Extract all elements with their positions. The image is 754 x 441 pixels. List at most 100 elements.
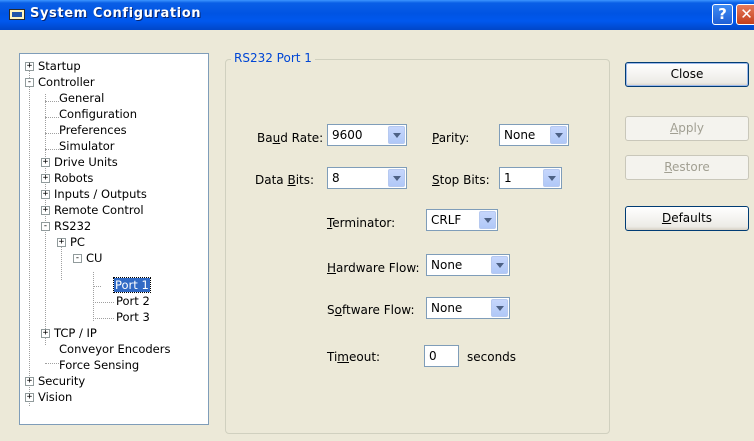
timeout-unit-label: seconds (467, 350, 517, 364)
tree-item-label: Startup (38, 59, 81, 73)
software-flow-label: Software Flow: (327, 303, 415, 317)
stop-bits-value: 1 (504, 171, 512, 185)
expand-icon[interactable]: + (41, 329, 50, 338)
tree-item-port-1[interactable]: Port 1 (113, 277, 151, 294)
timeout-input[interactable]: 0 (424, 345, 459, 367)
terminator-label: Terminator: (327, 216, 396, 230)
restore-button[interactable]: Restore (625, 155, 749, 180)
tree-item-label: Preferences (59, 123, 127, 137)
tree-item-preferences[interactable]: Preferences (58, 123, 128, 139)
tree-item-label: Conveyor Encoders (59, 342, 171, 356)
question-mark-icon: ? (718, 5, 727, 23)
tree-item-conveyor-encoders[interactable]: Conveyor Encoders (58, 342, 171, 358)
chevron-down-icon[interactable] (388, 169, 405, 187)
tree-item-label: Remote Control (54, 203, 144, 217)
baud-rate-label: Baud Rate: (257, 131, 324, 145)
tree-item-label: Security (38, 374, 86, 388)
expand-icon[interactable]: + (41, 206, 50, 215)
tree-item-label: Configuration (59, 107, 137, 121)
tree-item-general[interactable]: General (58, 91, 105, 107)
hardware-flow-value: None (431, 258, 463, 272)
title-bar[interactable]: System Configuration ? ✕ (0, 0, 754, 30)
expand-icon[interactable]: + (57, 238, 66, 247)
expand-icon[interactable]: + (25, 62, 34, 71)
software-flow-select[interactable]: None (426, 297, 510, 319)
data-bits-select[interactable]: 8 (327, 167, 407, 189)
stop-bits-label: Stop Bits: (432, 173, 490, 187)
tree-item-label: General (59, 91, 105, 105)
collapse-icon[interactable]: - (73, 254, 82, 263)
tree-item-port-2[interactable]: Port 2 (115, 294, 151, 310)
tree-item-simulator[interactable]: Simulator (58, 139, 116, 155)
tree-item-label: Robots (54, 171, 94, 185)
tree-item-label: PC (70, 235, 85, 249)
tree-item-drive-units[interactable]: + Drive Units (41, 155, 119, 171)
chevron-down-icon[interactable] (491, 256, 508, 274)
expand-icon[interactable]: + (25, 377, 34, 386)
hardware-flow-select[interactable]: None (426, 254, 510, 276)
app-icon (9, 9, 25, 20)
tree-item-pc[interactable]: + PC (57, 235, 86, 251)
apply-button[interactable]: Apply (625, 116, 749, 141)
chevron-down-icon[interactable] (491, 299, 508, 317)
group-title: RS232 Port 1 (231, 51, 315, 65)
window-title: System Configuration (30, 6, 202, 21)
expand-icon[interactable]: + (41, 174, 50, 183)
tree-item-force-sensing[interactable]: Force Sensing (58, 358, 140, 374)
timeout-label: Timeout: (327, 350, 381, 364)
tree-item-tcp-ip[interactable]: + TCP / IP (41, 326, 98, 342)
configuration-tree[interactable]: + Startup - Controller General Configura… (19, 53, 209, 425)
tree-item-security[interactable]: + Security (25, 374, 86, 390)
tree-item-label: Port 1 (113, 277, 151, 293)
chevron-down-icon[interactable] (550, 126, 567, 144)
collapse-icon[interactable]: - (25, 78, 34, 87)
tree-item-robots[interactable]: + Robots (41, 171, 94, 187)
rs232-port-group (225, 59, 610, 434)
tree-item-label: RS232 (54, 219, 92, 233)
data-bits-label: Data Bits: (255, 173, 315, 187)
timeout-value: 0 (429, 349, 437, 363)
parity-value: None (504, 128, 536, 142)
expand-icon[interactable]: + (25, 393, 34, 402)
tree-item-label: Port 2 (116, 294, 150, 308)
expand-icon[interactable]: + (41, 158, 50, 167)
tree-item-label: Port 3 (116, 310, 150, 324)
help-button[interactable]: ? (712, 4, 733, 25)
tree-item-configuration[interactable]: Configuration (58, 107, 138, 123)
expand-icon[interactable]: + (41, 190, 50, 199)
tree-item-vision[interactable]: + Vision (25, 390, 73, 406)
tree-item-rs232[interactable]: - RS232 (41, 219, 92, 235)
window-close-button[interactable]: ✕ (736, 4, 754, 25)
tree-item-cu[interactable]: - CU (73, 251, 103, 267)
collapse-icon[interactable]: - (41, 222, 50, 231)
close-icon: ✕ (740, 5, 753, 23)
close-button[interactable]: Close (625, 62, 749, 87)
baud-rate-select[interactable]: 9600 (327, 124, 407, 146)
parity-select[interactable]: None (499, 124, 569, 146)
tree-item-port-3[interactable]: Port 3 (115, 310, 151, 326)
tree-item-label: Inputs / Outputs (54, 187, 147, 201)
tree-item-startup[interactable]: + Startup (25, 59, 82, 75)
software-flow-value: None (431, 301, 463, 315)
chevron-down-icon[interactable] (388, 126, 405, 144)
data-bits-value: 8 (332, 171, 340, 185)
tree-item-inputs-outputs[interactable]: + Inputs / Outputs (41, 187, 148, 203)
chevron-down-icon[interactable] (479, 211, 496, 229)
tree-item-label: Vision (38, 390, 73, 404)
tree-item-label: Simulator (59, 139, 115, 153)
chevron-down-icon[interactable] (543, 169, 560, 187)
tree-item-controller[interactable]: - Controller (25, 75, 96, 91)
stop-bits-select[interactable]: 1 (499, 167, 562, 189)
tree-item-remote-control[interactable]: + Remote Control (41, 203, 145, 219)
hardware-flow-label: Hardware Flow: (327, 261, 420, 275)
tree-item-label: TCP / IP (54, 326, 97, 340)
baud-rate-value: 9600 (332, 128, 363, 142)
parity-label: Parity: (432, 131, 470, 145)
tree-item-label: Controller (38, 75, 95, 89)
system-configuration-dialog: System Configuration ? ✕ + Startup - Con… (0, 0, 754, 441)
defaults-button[interactable]: Defaults (625, 206, 749, 231)
tree-item-label: Drive Units (54, 155, 118, 169)
tree-item-label: Force Sensing (59, 358, 140, 372)
terminator-select[interactable]: CRLF (426, 209, 498, 231)
terminator-value: CRLF (431, 213, 462, 227)
